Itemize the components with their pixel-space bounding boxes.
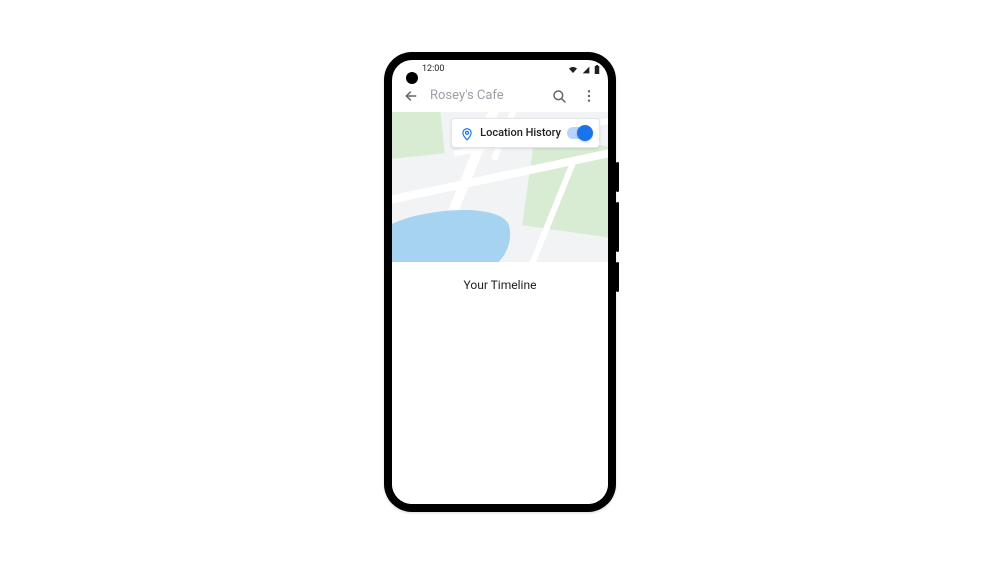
phone-frame: 12:00 Rosey's Cafe: [384, 52, 616, 512]
stage: 12:00 Rosey's Cafe: [0, 0, 1000, 563]
more-button[interactable]: [576, 83, 602, 109]
search-button[interactable]: [546, 83, 572, 109]
map-park-shape: [392, 112, 445, 161]
phone-side-button: [616, 262, 619, 292]
signal-icon: [581, 66, 591, 74]
battery-icon: [594, 65, 600, 74]
timeline-sheet[interactable]: Your Timeline: [392, 262, 608, 504]
map-view[interactable]: Location History: [392, 112, 608, 262]
app-bar: Rosey's Cafe: [392, 80, 608, 112]
phone-screen: 12:00 Rosey's Cafe: [392, 60, 608, 504]
location-history-toggle[interactable]: [567, 127, 591, 139]
back-button[interactable]: [398, 83, 424, 109]
phone-side-button: [616, 162, 619, 192]
status-clock: 12:00: [422, 64, 444, 74]
punch-hole-camera: [406, 72, 418, 84]
location-history-label: Location History: [480, 126, 561, 139]
location-pin-icon: [460, 126, 474, 140]
page-title: Rosey's Cafe: [428, 88, 542, 103]
phone-side-button: [616, 202, 619, 252]
status-icons: [568, 65, 600, 74]
timeline-title: Your Timeline: [392, 278, 608, 292]
status-bar: 12:00: [392, 60, 608, 80]
toggle-thumb: [577, 125, 593, 141]
wifi-icon: [568, 66, 578, 74]
location-history-card: Location History: [451, 118, 600, 148]
